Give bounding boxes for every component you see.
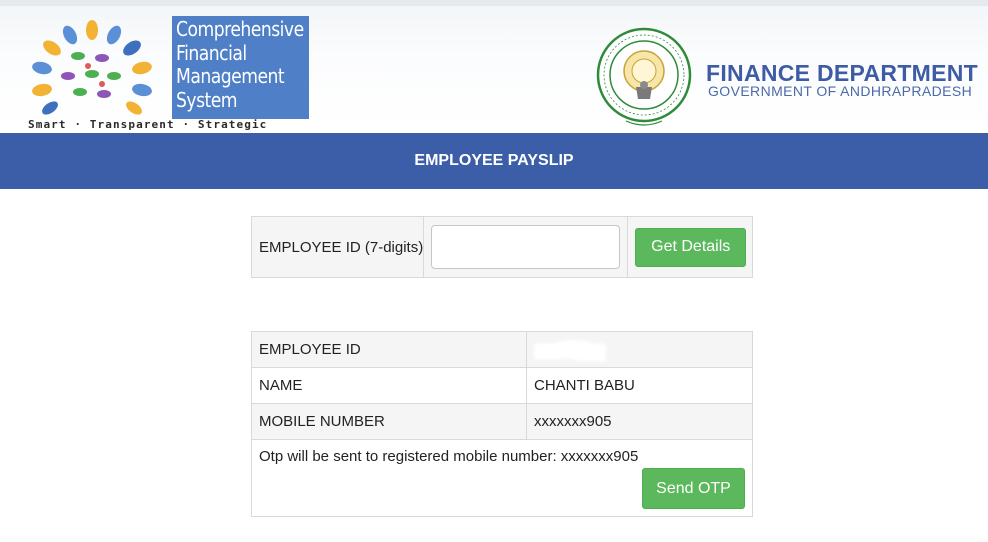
get-details-cell: Get Details [627,216,753,278]
otp-note: Otp will be sent to registered mobile nu… [259,448,639,465]
logo-line: Management [176,64,285,88]
employee-id-label: EMPLOYEE ID (7-digits) [250,216,425,278]
employee-id-input[interactable] [431,225,621,269]
logo-line: Financial [176,40,247,65]
logo-line: Comprehensive [176,17,304,41]
send-otp-button[interactable]: Send OTP [642,468,745,509]
cfms-flower-logo-icon [32,20,152,115]
employee-details-table: EMPLOYEE ID NAME CHANTI BABU MOBILE NUMB… [251,331,753,517]
get-details-button[interactable]: Get Details [635,227,747,267]
cfms-logo-text: Comprehensive Financial Management Syste… [172,16,309,119]
table-row: MOBILE NUMBER xxxxxxx905 [251,403,753,440]
table-row: NAME CHANTI BABU [251,367,753,404]
site-header: Comprehensive Financial Management Syste… [0,0,988,133]
table-row: EMPLOYEE ID [251,331,753,368]
employee-search-form: EMPLOYEE ID (7-digits) Get Details [250,216,753,278]
otp-cell: Otp will be sent to registered mobile nu… [251,439,753,517]
state-emblem-icon [596,27,692,126]
redacted-employee-id [534,336,606,363]
name-value: CHANTI BABU [526,367,753,404]
employee-id-row-label: EMPLOYEE ID [251,331,527,368]
mobile-value: xxxxxxx905 [526,403,753,440]
table-row: Otp will be sent to registered mobile nu… [251,439,753,517]
logo-tagline: Smart · Transparent · Strategic [28,118,268,131]
dept-subtitle: GOVERNMENT OF ANDHRAPRADESH [708,83,973,99]
mobile-row-label: MOBILE NUMBER [251,403,527,440]
name-row-label: NAME [251,367,527,404]
employee-id-cell [423,216,629,278]
logo-line: System [176,87,238,112]
employee-id-value [526,331,753,368]
page-title: EMPLOYEE PAYSLIP [0,133,988,189]
